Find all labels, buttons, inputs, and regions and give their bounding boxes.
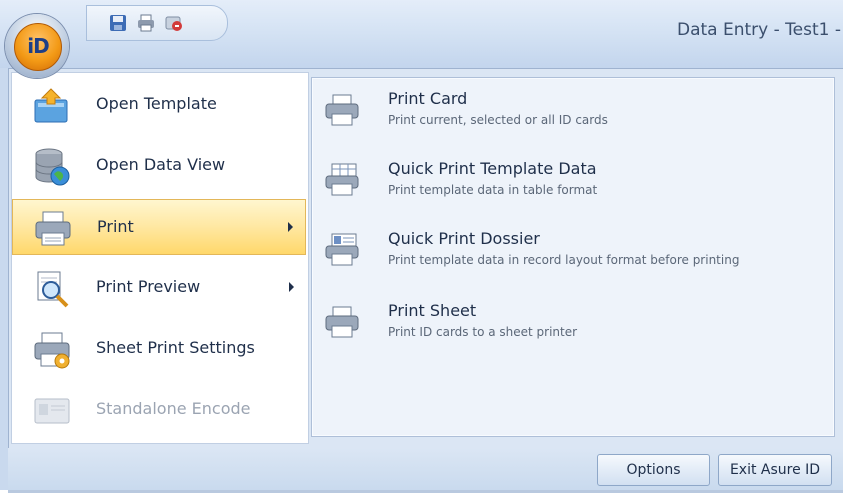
submenu-item-description: Print template data in record layout for… xyxy=(388,253,740,267)
save-icon[interactable] xyxy=(109,14,127,32)
database-globe-icon xyxy=(35,148,70,186)
app-logo-icon: iD xyxy=(14,23,62,71)
menu-item-label: Open Template xyxy=(96,94,217,113)
printer-icon[interactable] xyxy=(137,14,155,32)
window-bottom-edge xyxy=(0,490,843,503)
exit-button[interactable]: Exit Asure ID xyxy=(718,454,832,486)
submenu-item-description: Print template data in table format xyxy=(388,183,598,197)
print-table-icon xyxy=(325,163,359,196)
menu-item-label: Print Preview xyxy=(96,277,201,296)
options-button[interactable]: Options xyxy=(597,454,710,486)
submenu-item-print-card[interactable]: Print Card Print current, selected or al… xyxy=(316,80,816,142)
submenu-item-title: Quick Print Template Data xyxy=(388,159,597,178)
encode-icon[interactable] xyxy=(165,14,183,32)
card-encode-icon xyxy=(34,398,70,424)
title-bar: Data Entry - Test1 - xyxy=(0,0,843,68)
menu-item-label: Open Data View xyxy=(96,155,226,174)
printer-icon xyxy=(325,94,359,126)
menu-item-open-data-view[interactable]: Open Data View xyxy=(12,138,306,194)
submenu-arrow-icon xyxy=(288,222,293,232)
menu-item-print-preview[interactable]: Print Preview xyxy=(12,260,306,316)
submenu-item-description: Print current, selected or all ID cards xyxy=(388,113,608,127)
submenu-arrow-icon xyxy=(289,282,294,292)
submenu-item-title: Print Card xyxy=(388,89,468,108)
menu-item-label: Sheet Print Settings xyxy=(96,338,255,357)
menu-item-sheet-print-settings[interactable]: Sheet Print Settings xyxy=(12,321,306,377)
application-menu-button[interactable]: iD xyxy=(5,14,69,78)
open-template-icon xyxy=(34,88,68,123)
app-logo-text: iD xyxy=(27,34,49,58)
print-preview-icon xyxy=(37,271,69,308)
menu-item-print[interactable]: Print xyxy=(12,199,306,255)
menu-item-open-template[interactable]: Open Template xyxy=(12,77,306,133)
submenu-item-quick-print-template-data[interactable]: Quick Print Template Data Print template… xyxy=(316,150,816,212)
window-title: Data Entry - Test1 - xyxy=(677,20,841,40)
submenu-item-print-sheet[interactable]: Print Sheet Print ID cards to a sheet pr… xyxy=(316,292,816,354)
quick-access-toolbar xyxy=(86,5,228,41)
printer-icon xyxy=(35,211,71,246)
menu-item-standalone-encode: Standalone Encode xyxy=(12,382,306,438)
menu-item-label: Print xyxy=(97,217,134,236)
submenu-item-title: Quick Print Dossier xyxy=(388,229,540,248)
sheet-print-settings-icon xyxy=(34,332,70,369)
submenu-item-title: Print Sheet xyxy=(388,301,477,320)
submenu-item-description: Print ID cards to a sheet printer xyxy=(388,325,578,339)
printer-icon xyxy=(325,306,359,338)
menu-item-label: Standalone Encode xyxy=(96,399,251,418)
submenu-item-quick-print-dossier[interactable]: Quick Print Dossier Print template data … xyxy=(316,220,816,282)
print-dossier-icon xyxy=(325,233,359,266)
